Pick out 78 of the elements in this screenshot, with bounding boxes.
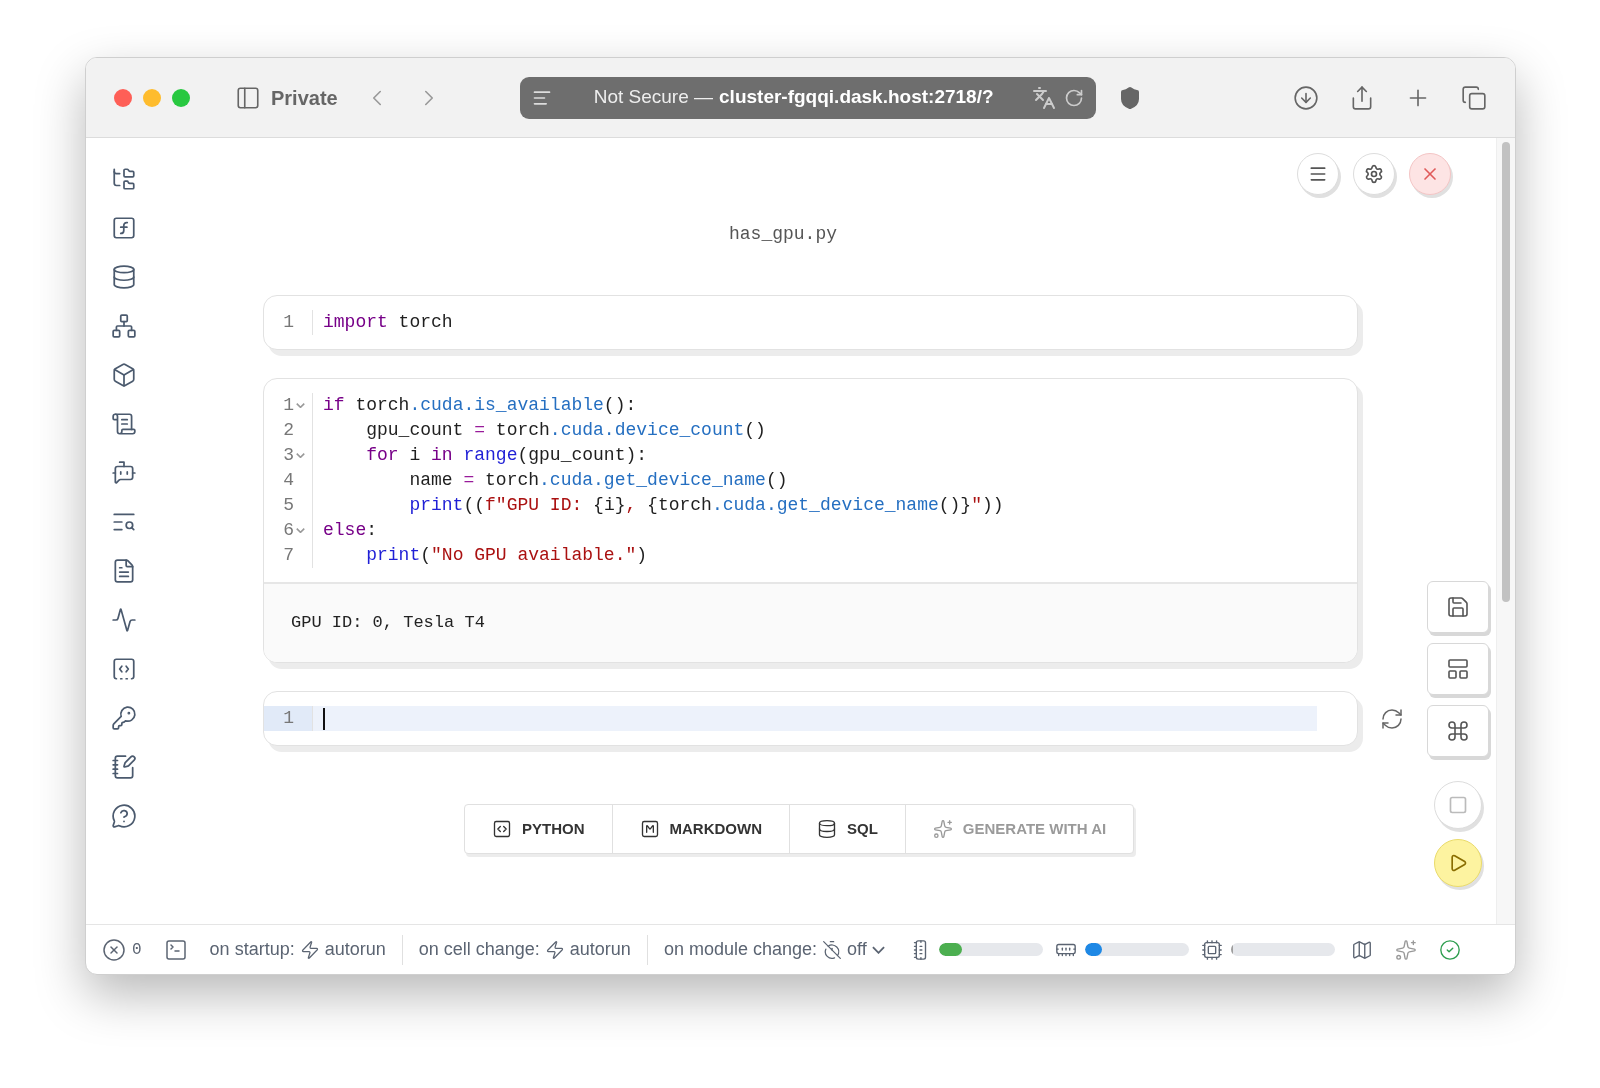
bot-icon[interactable] [111, 460, 137, 486]
database-icon[interactable] [111, 264, 137, 290]
settings-icon [1364, 164, 1384, 184]
lightning-icon [544, 939, 565, 960]
line-number: 1 [283, 311, 294, 334]
error-count: 0 [132, 939, 142, 961]
terminal-icon[interactable] [163, 937, 188, 962]
code-square-icon[interactable] [111, 656, 137, 682]
menu-button[interactable] [1297, 153, 1339, 195]
address-bar[interactable]: Not Secure — cluster-fgqqi.dask.host:2718/? [519, 76, 1096, 119]
fold-icon[interactable] [295, 528, 305, 533]
command-button[interactable] [1427, 705, 1489, 757]
reactivity-setting[interactable]: on startup: autorun [209, 936, 386, 963]
tabs-overview-icon[interactable] [1461, 84, 1487, 111]
add-cell-button[interactable]: SQL [789, 805, 905, 853]
pulse-icon[interactable] [111, 607, 137, 633]
add-cell-button[interactable]: MARKDOWN [611, 805, 789, 853]
fold-icon[interactable] [295, 453, 305, 458]
reactivity-setting[interactable]: on module change: off [663, 936, 885, 963]
database-icon [817, 819, 837, 839]
line-number: 1 [283, 394, 294, 417]
document-icon[interactable] [111, 558, 137, 584]
sidebar-toggle-icon[interactable] [235, 84, 261, 111]
line-number: 6 [283, 519, 294, 542]
layout-icon [1446, 657, 1470, 681]
line-number: 3 [283, 444, 294, 467]
line-number: 1 [283, 707, 294, 730]
save-icon [1446, 595, 1470, 619]
add-cell-button[interactable]: PYTHON [465, 805, 612, 853]
timer-off-icon [822, 939, 842, 960]
run-button[interactable] [1434, 839, 1482, 887]
cube-icon[interactable] [111, 362, 137, 388]
cell-output: GPU ID: 0, Tesla T4 [291, 612, 485, 635]
setting-value: autorun [569, 938, 631, 961]
setting-value: off [847, 938, 867, 961]
reload-icon[interactable] [1063, 87, 1084, 108]
line-number: 5 [283, 494, 294, 517]
setting-label: on module change: [663, 938, 817, 961]
error-icon[interactable] [102, 937, 126, 962]
chip-icon [1200, 938, 1223, 961]
help-icon[interactable] [111, 803, 137, 829]
menu-icon [1308, 164, 1328, 184]
folder-tree-icon[interactable] [111, 166, 137, 192]
scroll-icon[interactable] [111, 411, 137, 437]
fold-icon[interactable] [295, 403, 305, 408]
network-icon[interactable] [111, 313, 137, 339]
scrollbar-thumb[interactable] [1502, 142, 1510, 602]
setting-value: autorun [324, 938, 386, 961]
line-number: 7 [283, 544, 294, 567]
code-icon [492, 819, 512, 839]
dropdown-icon [871, 945, 885, 954]
save-button[interactable] [1427, 581, 1489, 633]
map-icon[interactable] [1350, 938, 1373, 961]
sparkles-icon[interactable] [1394, 938, 1417, 961]
file-name: has_gpu.py [729, 223, 837, 246]
stop-icon [1448, 795, 1468, 815]
sparkles-icon [932, 819, 953, 839]
layout-button[interactable] [1427, 643, 1489, 695]
play-icon [1448, 853, 1468, 873]
line-number: 4 [283, 469, 294, 492]
reactivity-setting[interactable]: on cell change: autorun [418, 936, 631, 963]
key-icon[interactable] [111, 705, 137, 731]
url-text: cluster-fgqqi.dask.host:2718/? [719, 85, 994, 110]
lightning-icon [299, 939, 320, 960]
private-label: Private [271, 85, 338, 111]
setting-label: on cell change: [418, 938, 540, 961]
translate-icon[interactable] [1031, 85, 1056, 110]
markdown-icon [639, 819, 660, 839]
download-icon[interactable] [1293, 84, 1319, 111]
refresh-icon[interactable] [1380, 706, 1404, 731]
command-icon [1446, 719, 1470, 743]
line-number: 2 [283, 419, 294, 442]
notebook-pen-icon[interactable] [111, 754, 137, 780]
setting-label: on startup: [209, 938, 295, 961]
security-label: Not Secure — [593, 85, 714, 110]
function-icon[interactable] [111, 215, 137, 241]
settings-button[interactable] [1353, 153, 1395, 195]
close-window-button[interactable] [114, 88, 132, 107]
